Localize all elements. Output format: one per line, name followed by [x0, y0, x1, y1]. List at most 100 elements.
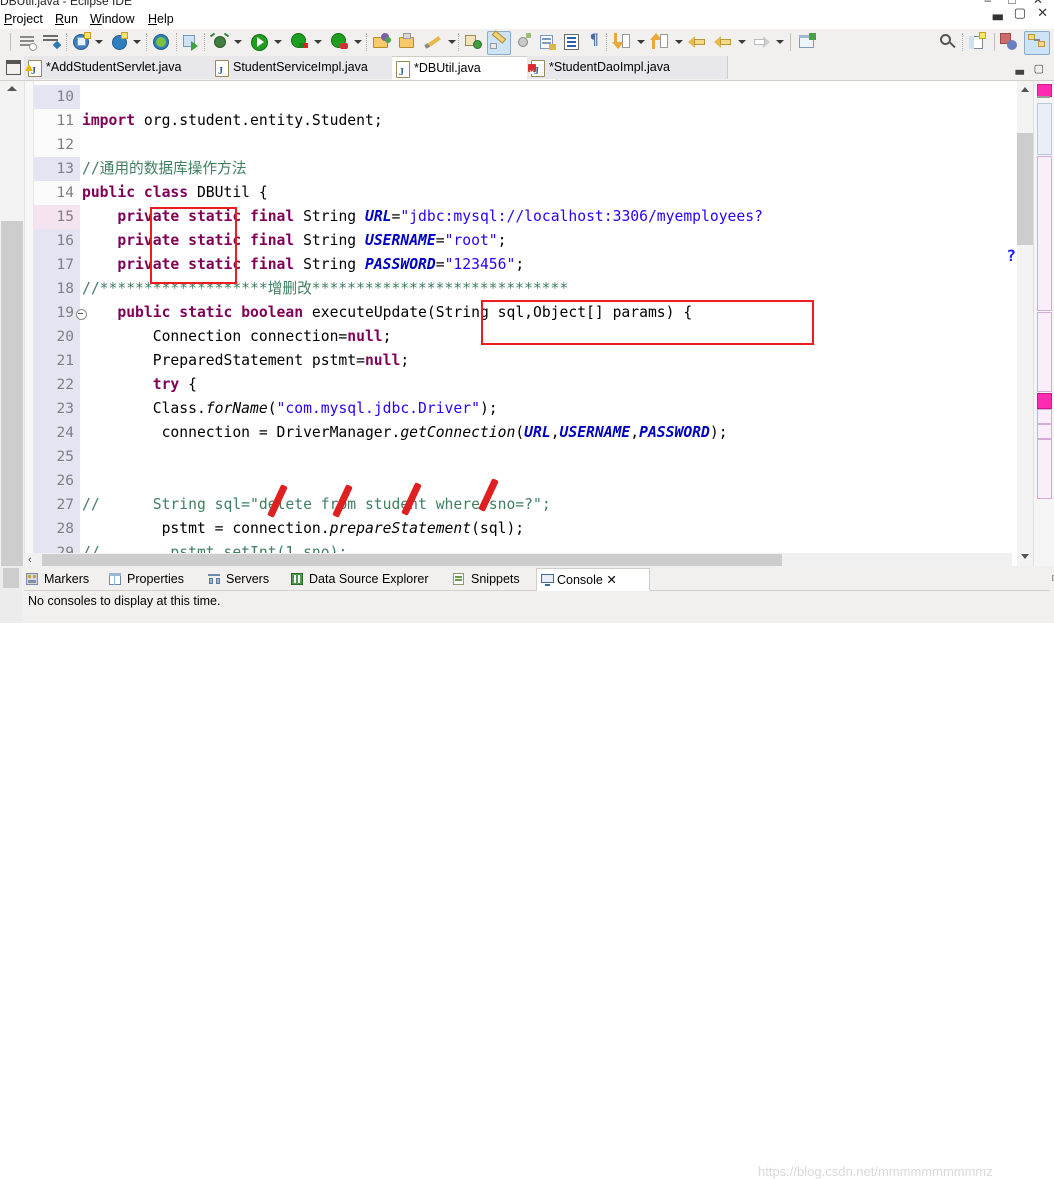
new-server-icon[interactable]	[152, 32, 172, 52]
code-line[interactable]: try {	[82, 373, 197, 397]
minimize-button[interactable]: ▃	[993, 5, 1003, 20]
next-edit-dropdown-icon[interactable]	[637, 40, 645, 44]
menu-item-window[interactable]: Window	[90, 12, 134, 26]
run-icon[interactable]	[250, 32, 270, 52]
new-connection-icon[interactable]	[182, 32, 202, 52]
save-icon[interactable]	[72, 32, 92, 52]
overview-marker-block-4[interactable]	[1037, 409, 1052, 424]
run-as-icon[interactable]	[290, 32, 310, 52]
java-file-icon	[396, 61, 410, 84]
line-number: 14	[56, 185, 74, 201]
forward-icon[interactable]	[752, 32, 772, 52]
code-line[interactable]: public class DBUtil {	[82, 181, 268, 205]
overview-marker-block-2[interactable]	[1037, 156, 1052, 311]
menu-item-run[interactable]: Run	[55, 12, 78, 26]
restore-button[interactable]: ▢	[1014, 5, 1026, 20]
new-window-icon[interactable]	[798, 32, 818, 52]
next-annotation-icon[interactable]	[538, 32, 558, 52]
window-controls-secondary[interactable]: ▃ ▢ ✕	[982, 5, 1048, 21]
eclipse-ide-window: DBUtil.java - Eclipse IDE – □ ✕ Project …	[0, 0, 1054, 1179]
bottom-tab-properties[interactable]: Properties	[107, 568, 184, 590]
close-icon[interactable]: ✕	[606, 573, 616, 587]
scroll-up-arrow-icon[interactable]	[1021, 87, 1029, 92]
bottom-tab-markers[interactable]: Markers	[24, 568, 89, 590]
menu-item-help[interactable]: Help	[148, 12, 174, 26]
search-ref-icon[interactable]	[464, 32, 484, 52]
small-gear-icon[interactable]	[514, 32, 534, 52]
debug-dropdown-icon[interactable]	[234, 40, 242, 44]
editor-left-ruler[interactable]	[0, 81, 25, 567]
search-icon[interactable]	[938, 32, 958, 52]
minimize-editor-button[interactable]: ▃	[1016, 62, 1024, 75]
run-server-icon[interactable]	[330, 32, 350, 52]
code-editor[interactable]: 1011121314151617181920212223242526272829…	[0, 80, 1054, 567]
code-line[interactable]: Class.forName("com.mysql.jdbc.Driver");	[82, 397, 498, 421]
run-server-dropdown-icon[interactable]	[354, 40, 362, 44]
scroll-left-arrow-icon[interactable]: ‹	[28, 554, 32, 566]
save-all-icon[interactable]	[110, 32, 130, 52]
overview-marker-block-1[interactable]	[1037, 103, 1052, 155]
editor-horizontal-scrollbar[interactable]: ‹	[24, 553, 1012, 567]
editor-tab-studentserviceimpl[interactable]: StudentServiceImpl.java	[211, 56, 422, 83]
editor-tab-addstudentservlet[interactable]: *AddStudentServlet.java	[24, 56, 241, 83]
open-type-icon[interactable]	[372, 32, 392, 52]
prev-edit-dropdown-icon[interactable]	[675, 40, 683, 44]
code-line[interactable]: pstmt = connection.prepareStatement(sql)…	[82, 517, 525, 541]
overview-marker-block-6[interactable]	[1037, 439, 1052, 499]
code-line[interactable]: import org.student.entity.Student;	[82, 109, 383, 133]
save-dropdown-icon[interactable]	[95, 40, 103, 44]
line-number: 13	[56, 161, 74, 177]
pilcrow-icon[interactable]: ¶	[586, 31, 606, 52]
editor-tab-studentdaoimpl[interactable]: *StudentDaoImpl.java	[527, 56, 728, 84]
next-edit-icon[interactable]	[612, 32, 632, 52]
code-token: String	[294, 232, 365, 249]
prev-edit-icon[interactable]	[650, 32, 670, 52]
debug-icon[interactable]	[209, 32, 230, 52]
code-line[interactable]: connection = DriverManager.getConnection…	[82, 421, 728, 445]
save-all-dropdown-icon[interactable]	[133, 40, 141, 44]
run-as-dropdown-icon[interactable]	[314, 40, 322, 44]
scroll-down-arrow-icon[interactable]	[1021, 554, 1029, 559]
vertical-scroll-thumb[interactable]	[1017, 133, 1034, 245]
pencil-edit-icon[interactable]	[424, 32, 444, 52]
bottom-tab-snippets[interactable]: Snippets	[451, 568, 520, 590]
perspective-java-ee-icon[interactable]	[1000, 32, 1020, 52]
open-task-icon[interactable]	[398, 32, 418, 52]
pin-console-icon[interactable]	[1050, 569, 1054, 587]
scroll-up-icon[interactable]	[7, 86, 17, 91]
bottom-tab-servers[interactable]: Servers	[206, 568, 269, 590]
back-icon[interactable]	[688, 32, 708, 52]
forward-dropdown-icon[interactable]	[776, 40, 784, 44]
forward-left-icon[interactable]	[714, 32, 734, 52]
code-token: ;	[400, 352, 410, 369]
code-line[interactable]: private static final String PASSWORD="12…	[82, 253, 524, 277]
overview-marker-block-3[interactable]	[1037, 312, 1052, 392]
horizontal-scroll-thumb[interactable]	[42, 554, 782, 566]
toggle-block-icon[interactable]	[562, 32, 582, 52]
overview-marker-block-5[interactable]	[1037, 424, 1052, 439]
close-button[interactable]: ✕	[1037, 5, 1048, 20]
menu-item-project[interactable]: Project	[4, 12, 43, 26]
code-line[interactable]: private static final String USERNAME="ro…	[82, 229, 506, 253]
code-line[interactable]: Connection connection=null;	[82, 325, 392, 349]
static-keyword-highlight-box	[150, 207, 237, 284]
left-ruler-thumb[interactable]	[1, 221, 23, 567]
pencil-dropdown-icon[interactable]	[448, 40, 456, 44]
new-wizard-icon[interactable]	[18, 32, 38, 52]
code-line[interactable]: PreparedStatement pstmt=null;	[82, 349, 409, 373]
new-java-project-icon[interactable]	[42, 32, 62, 52]
editor-overview-ruler[interactable]	[1033, 81, 1054, 567]
perspective-open-icon[interactable]	[968, 32, 988, 52]
editor-vertical-scrollbar[interactable]	[1017, 81, 1034, 567]
brush-icon[interactable]	[489, 30, 509, 52]
bottom-tab-console[interactable]: Console ✕	[536, 568, 650, 591]
code-line[interactable]: //通用的数据库操作方法	[82, 157, 247, 181]
run-dropdown-icon[interactable]	[274, 40, 282, 44]
bottom-tab-data-source-explorer[interactable]: Data Source Explorer	[289, 568, 429, 590]
perspective-web-icon[interactable]	[1028, 32, 1048, 52]
maximize-editor-button[interactable]: ▢	[1034, 62, 1044, 75]
overview-marker-error-2[interactable]	[1037, 393, 1052, 409]
back-dropdown-icon[interactable]	[738, 40, 746, 44]
restore-editor-icon[interactable]	[6, 60, 21, 75]
